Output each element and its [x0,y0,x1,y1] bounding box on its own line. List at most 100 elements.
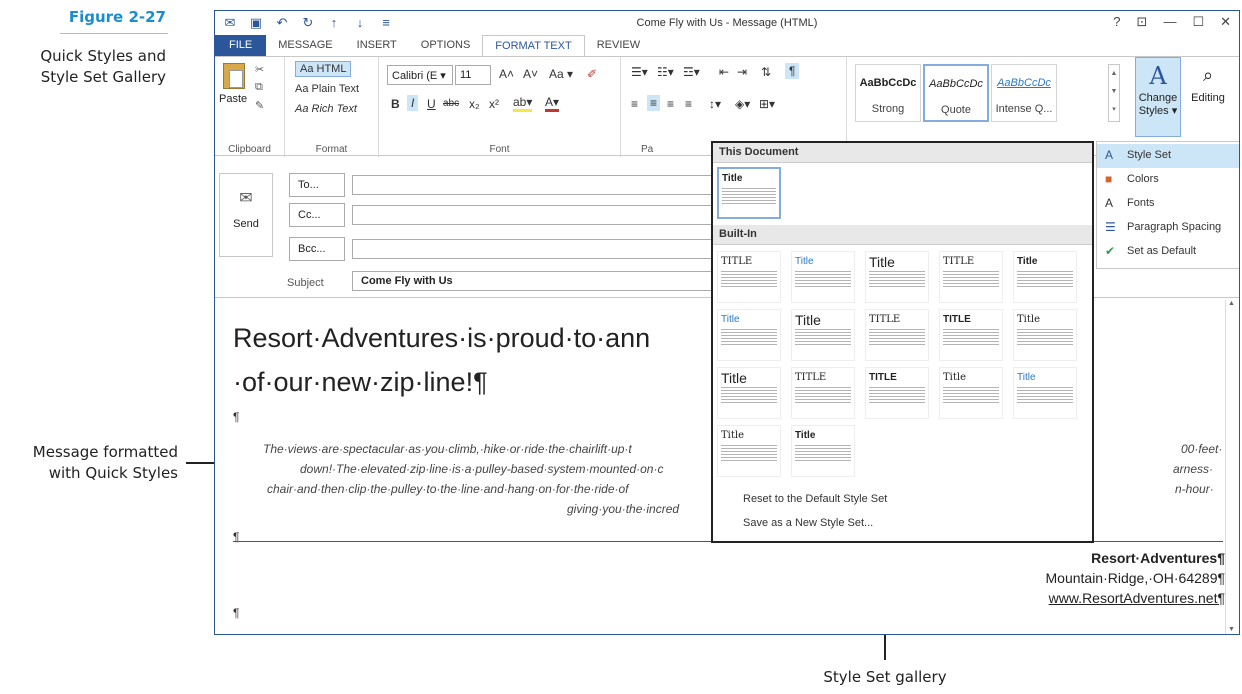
style-set-thumbnail[interactable]: Title [1013,309,1077,361]
highlight-icon[interactable]: ab▾ [513,95,533,112]
style-set-thumbnail[interactable]: Title [717,425,781,477]
style-strong[interactable]: AaBbCcDc Strong [855,64,921,122]
format-rich-text-button[interactable]: Aa Rich Text [295,103,357,115]
maximize-button[interactable]: ☐ [1192,14,1204,30]
style-set-thumbnail[interactable]: TITLE [717,251,781,303]
menu-colors[interactable]: ■ Colors [1097,168,1239,192]
style-set-thumbnail[interactable]: TITLE [939,309,1003,361]
menu-fonts[interactable]: A Fonts [1097,192,1239,216]
style-set-thumbnail[interactable]: Title [791,309,855,361]
format-plain-text-button[interactable]: Aa Plain Text [295,83,359,95]
tab-insert[interactable]: INSERT [345,35,409,57]
styles-gallery-scroll[interactable]: ▲ ▼ ▾ [1108,64,1120,122]
bcc-field[interactable] [352,239,712,259]
tab-review[interactable]: REVIEW [585,35,652,57]
style-set-thumbnail[interactable]: Title [1013,367,1077,419]
borders-icon[interactable]: ⊞▾ [759,97,775,111]
shading-icon[interactable]: ◈▾ [735,97,750,111]
tab-format-text[interactable]: FORMAT TEXT [482,35,585,57]
style-set-thumbnail[interactable]: Title [791,425,855,477]
format-painter-icon[interactable]: ✎ [255,99,264,112]
superscript-icon[interactable]: x² [489,97,499,111]
sort-icon[interactable]: ⇅ [761,65,771,79]
style-quote[interactable]: AaBbCcDc Quote [923,64,989,122]
decrease-indent-icon[interactable]: ⇤ [719,65,729,79]
bcc-button[interactable]: Bcc... [289,237,345,261]
style-set-gallery: This Document Title Built-In TITLE Title T… [711,141,1094,543]
send-button[interactable]: ✉ Send [219,173,273,257]
style-set-current[interactable]: Title [717,167,781,219]
tab-message[interactable]: MESSAGE [266,35,344,57]
to-button[interactable]: To... [289,173,345,197]
line-spacing-icon[interactable]: ↕▾ [709,97,721,111]
style-set-thumbnail[interactable]: Title [791,251,855,303]
style-set-thumbnail[interactable]: Title [717,309,781,361]
menu-paragraph-spacing[interactable]: ☰ Paragraph Spacing [1097,216,1239,240]
shrink-font-icon[interactable]: A˅ [523,67,538,81]
font-color-icon[interactable]: A▾ [545,95,560,112]
numbering-icon[interactable]: ☷▾ [657,65,674,79]
editing-button[interactable]: ⌕ Editing [1185,57,1231,137]
change-case-icon[interactable]: Aa ▾ [549,67,573,81]
scroll-down-arrow[interactable]: ▼ [1226,626,1237,633]
style-set-thumbnail-title: TITLE [721,256,753,267]
style-intense-quote[interactable]: AaBbCcDc Intense Q... [991,64,1057,122]
align-right-icon[interactable]: ≡ [667,97,674,111]
body-italic-line-1-end: 00·feet· [1181,442,1223,456]
style-set-thumbnail[interactable]: TITLE [865,367,929,419]
subscript-icon[interactable]: x₂ [469,97,480,111]
format-html-button[interactable]: Aa HTML [295,61,352,77]
font-size-dropdown[interactable]: 11 [455,65,491,85]
cc-field[interactable] [352,205,712,225]
bullets-icon[interactable]: ☰▾ [631,65,648,79]
font-name-dropdown[interactable]: Calibri (E ▾ [387,65,453,85]
style-set-thumbnail[interactable]: Title [865,251,929,303]
minimize-button[interactable]: — [1163,14,1176,30]
align-left-icon[interactable]: ≡ [631,97,638,111]
window-title: Come Fly with Us - Message (HTML) [636,17,818,29]
style-set-thumbnail[interactable]: TITLE [865,309,929,361]
style-strong-sample: AaBbCcDc [859,77,917,89]
body-scrollbar[interactable]: ▲ ▼ [1225,300,1237,634]
to-field[interactable] [352,175,712,195]
multilevel-list-icon[interactable]: ☲▾ [683,65,700,79]
binoculars-icon: ⌕ [1202,65,1214,85]
scroll-up-arrow[interactable]: ▲ [1226,300,1237,307]
style-set-thumbnail[interactable]: TITLE [791,367,855,419]
style-set-preview-lines [943,387,999,405]
underline-icon[interactable]: U [427,97,436,111]
style-quote-sample: AaBbCcDc [929,78,983,90]
strikethrough-icon[interactable]: abc [443,98,459,109]
bold-icon[interactable]: B [391,97,400,111]
reset-default-style-set[interactable]: Reset to the Default Style Set [743,493,887,505]
clear-formatting-icon[interactable]: ✐ [587,67,597,81]
clipboard-icon[interactable] [223,63,245,89]
subject-field[interactable]: Come Fly with Us [352,271,712,291]
increase-indent-icon[interactable]: ⇥ [737,65,747,79]
style-set-thumbnail[interactable]: Title [1013,251,1077,303]
style-set-preview-lines [722,188,776,206]
style-set-thumbnail[interactable]: Title [939,367,1003,419]
cc-button[interactable]: Cc... [289,203,345,227]
tab-file[interactable]: FILE [215,35,267,57]
style-set-thumbnail-title: Title [869,254,895,270]
tab-options[interactable]: OPTIONS [409,35,483,57]
style-set-thumbnail[interactable]: Title [717,367,781,419]
justify-icon[interactable]: ≡ [685,97,692,111]
copy-icon[interactable]: ⧉ [255,81,263,94]
signature-website-link[interactable]: www.ResortAdventures.net¶ [1049,590,1225,606]
show-formatting-icon[interactable]: ¶ [785,63,800,79]
cut-icon[interactable]: ✂ [255,63,264,76]
style-set-thumbnail[interactable]: TITLE [939,251,1003,303]
italic-icon[interactable]: I [407,95,419,111]
align-center-icon[interactable]: ≡ [647,95,661,111]
close-button[interactable]: ✕ [1220,14,1231,30]
change-styles-button[interactable]: A Change Styles ▾ [1135,57,1181,137]
ribbon-options-button[interactable]: ⊡ [1137,14,1148,30]
paste-button[interactable]: Paste [219,93,247,105]
menu-style-set[interactable]: A Style Set [1097,144,1239,168]
help-button[interactable]: ? [1113,14,1120,30]
save-new-style-set[interactable]: Save as a New Style Set... [743,517,873,529]
grow-font-icon[interactable]: A˄ [499,67,514,81]
menu-set-as-default[interactable]: ✔ Set as Default [1097,240,1239,264]
